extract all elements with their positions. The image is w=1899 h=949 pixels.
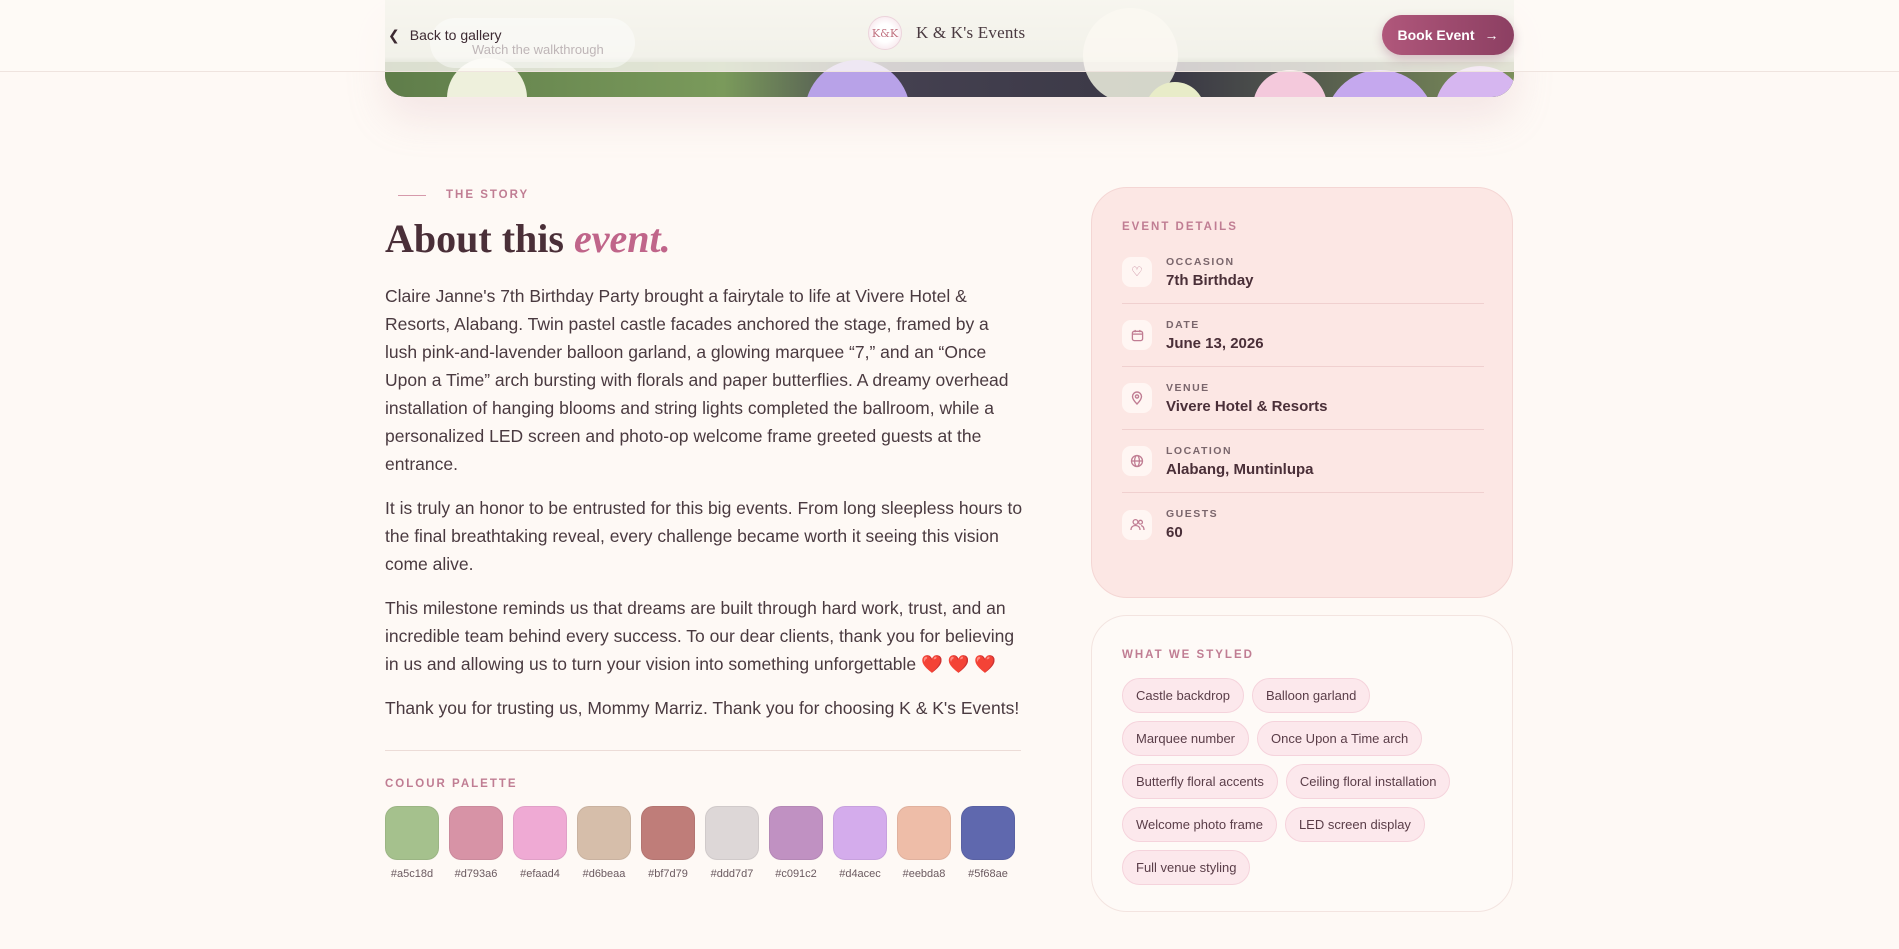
detail-row-guests: GUESTS 60 [1122,493,1484,556]
swatch-hex: #efaad4 [520,868,560,880]
swatch-chip [641,806,695,860]
detail-key: LOCATION [1166,444,1233,457]
colour-swatch: #d6beaa [577,806,631,880]
heart-icon: ♡ [1122,257,1152,287]
colour-swatch: #a5c18d [385,806,439,880]
colour-swatch: #d793a6 [449,806,503,880]
swatch-chip [705,806,759,860]
swatch-hex: #ddd7d7 [710,868,754,880]
detail-key: VENUE [1166,381,1210,394]
story-paragraph: Claire Janne's 7th Birthday Party brough… [385,286,1009,474]
brand[interactable]: K&K K & K's Events [868,16,1025,50]
event-details-label: EVENT DETAILS [1122,221,1238,233]
story-paragraph: This milestone reminds us that dreams ar… [385,598,1015,674]
style-tag: Ceiling floral installation [1285,764,1451,799]
what-we-styled-card: WHAT WE STYLED Castle backdrop Balloon g… [1091,615,1513,912]
book-event-button[interactable]: Book Event → [1382,15,1514,55]
detail-row-location: LOCATION Alabang, Muntinlupa [1122,430,1484,493]
swatch-chip [449,806,503,860]
style-tag: Balloon garland [1251,678,1371,713]
eyebrow-text: THE STORY [446,189,530,201]
swatch-chip [513,806,567,860]
calendar-icon [1122,320,1152,350]
swatch-hex: #bf7d79 [648,868,688,880]
detail-key: DATE [1166,318,1200,331]
style-tag: Castle backdrop [1122,678,1244,713]
back-to-gallery-link[interactable]: ❮ Back to gallery [388,24,502,46]
colour-swatch: #5f68ae [961,806,1015,880]
swatch-chip [961,806,1015,860]
swatch-hex: #c091c2 [775,868,817,880]
detail-row-occasion: ♡ OCCASION 7th Birthday [1122,241,1484,304]
palette-label: COLOUR PALETTE [385,778,518,790]
style-tag: Marquee number [1122,721,1249,756]
colour-swatch: #ddd7d7 [705,806,759,880]
title-emphasis: event. [573,216,671,261]
style-tag: Welcome photo frame [1122,807,1277,842]
colour-swatch: #bf7d79 [641,806,695,880]
story-paragraph: It is truly an honor to be entrusted for… [385,498,1023,574]
story-eyebrow: THE STORY [398,189,529,201]
map-pin-icon [1122,383,1152,413]
top-nav-bar: Watch the walkthrough ❮ Back to gallery … [0,0,1899,72]
book-event-label: Book Event [1397,27,1475,43]
swatch-hex: #eebda8 [902,868,946,880]
detail-value: Vivere Hotel & Resorts [1166,397,1328,415]
detail-value: 7th Birthday [1166,271,1254,289]
title-main: About this [385,216,574,261]
styled-tags: Castle backdrop Balloon garland Marquee … [1122,678,1492,885]
detail-value: Alabang, Muntinlupa [1166,460,1314,478]
divider [385,750,1021,751]
colour-swatch: #d4acec [833,806,887,880]
users-icon [1122,509,1152,540]
detail-value: June 13, 2026 [1166,334,1264,352]
swatch-hex: #5f68ae [968,868,1008,880]
swatch-chip [577,806,631,860]
eyebrow-line [398,194,426,196]
what-we-styled-label: WHAT WE STYLED [1122,649,1254,661]
swatch-hex: #d4acec [839,868,881,880]
swatch-chip [897,806,951,860]
page-title: About this event. [385,215,671,262]
colour-swatch: #eebda8 [897,806,951,880]
swatch-hex: #d793a6 [454,868,498,880]
style-tag: Full venue styling [1122,850,1251,885]
chevron-left-icon: ❮ [388,26,400,43]
detail-key: OCCASION [1166,255,1235,268]
brand-logo-icon: K&K [868,16,902,50]
detail-key: GUESTS [1166,508,1219,520]
arrow-right-icon: → [1484,27,1499,43]
swatch-chip [385,806,439,860]
brand-name: K & K's Events [916,23,1026,42]
detail-row-venue: VENUE Vivere Hotel & Resorts [1122,367,1484,430]
swatch-chip [769,806,823,860]
style-tag: LED screen display [1284,807,1425,842]
swatch-hex: #d6beaa [582,868,626,880]
globe-icon [1122,446,1152,476]
swatch-hex: #a5c18d [390,868,434,880]
style-tag: Butterfly floral accents [1122,764,1278,799]
back-link-label: Back to gallery [409,27,502,43]
detail-row-date: DATE June 13, 2026 [1122,304,1484,367]
event-details-card: EVENT DETAILS ♡ OCCASION 7th Birthday DA… [1091,187,1513,598]
detail-value: 60 [1166,524,1183,541]
style-tag: Once Upon a Time arch [1257,721,1423,756]
colour-swatch: #efaad4 [513,806,567,880]
story-paragraph: Thank you for trusting us, Mommy Marriz.… [385,698,1020,718]
swatch-chip [833,806,887,860]
colour-swatch: #c091c2 [769,806,823,880]
colour-palette: #a5c18d #d793a6 #efaad4 #d6beaa #bf7d79 #ddd7… [385,806,1015,880]
